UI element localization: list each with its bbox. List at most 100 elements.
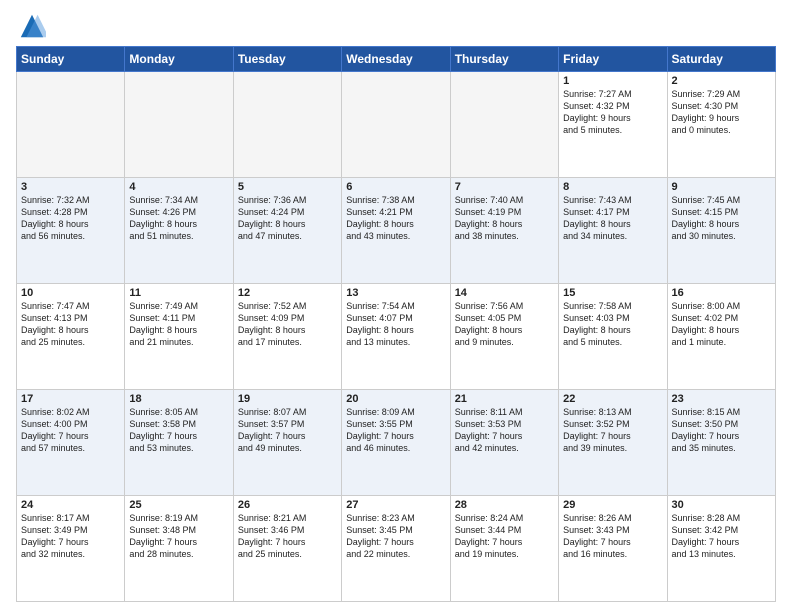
- day-info: Sunrise: 7:36 AM Sunset: 4:24 PM Dayligh…: [238, 194, 337, 243]
- calendar-cell: 5Sunrise: 7:36 AM Sunset: 4:24 PM Daylig…: [233, 178, 341, 284]
- day-info: Sunrise: 7:49 AM Sunset: 4:11 PM Dayligh…: [129, 300, 228, 349]
- day-number: 7: [455, 181, 554, 193]
- weekday-header-friday: Friday: [559, 47, 667, 72]
- day-info: Sunrise: 7:27 AM Sunset: 4:32 PM Dayligh…: [563, 88, 662, 137]
- day-info: Sunrise: 8:02 AM Sunset: 4:00 PM Dayligh…: [21, 406, 120, 455]
- calendar-cell: 17Sunrise: 8:02 AM Sunset: 4:00 PM Dayli…: [17, 390, 125, 496]
- calendar-cell: 16Sunrise: 8:00 AM Sunset: 4:02 PM Dayli…: [667, 284, 775, 390]
- calendar-cell: 11Sunrise: 7:49 AM Sunset: 4:11 PM Dayli…: [125, 284, 233, 390]
- calendar-cell: 1Sunrise: 7:27 AM Sunset: 4:32 PM Daylig…: [559, 72, 667, 178]
- day-info: Sunrise: 8:07 AM Sunset: 3:57 PM Dayligh…: [238, 406, 337, 455]
- calendar-week-2: 3Sunrise: 7:32 AM Sunset: 4:28 PM Daylig…: [17, 178, 776, 284]
- calendar-cell: [342, 72, 450, 178]
- calendar-cell: 30Sunrise: 8:28 AM Sunset: 3:42 PM Dayli…: [667, 496, 775, 602]
- weekday-header-wednesday: Wednesday: [342, 47, 450, 72]
- calendar-body: 1Sunrise: 7:27 AM Sunset: 4:32 PM Daylig…: [17, 72, 776, 602]
- calendar-cell: 27Sunrise: 8:23 AM Sunset: 3:45 PM Dayli…: [342, 496, 450, 602]
- day-number: 17: [21, 393, 120, 405]
- day-info: Sunrise: 8:11 AM Sunset: 3:53 PM Dayligh…: [455, 406, 554, 455]
- day-number: 13: [346, 287, 445, 299]
- calendar-cell: 28Sunrise: 8:24 AM Sunset: 3:44 PM Dayli…: [450, 496, 558, 602]
- day-info: Sunrise: 8:13 AM Sunset: 3:52 PM Dayligh…: [563, 406, 662, 455]
- calendar-week-1: 1Sunrise: 7:27 AM Sunset: 4:32 PM Daylig…: [17, 72, 776, 178]
- day-number: 14: [455, 287, 554, 299]
- day-number: 25: [129, 499, 228, 511]
- calendar-cell: 13Sunrise: 7:54 AM Sunset: 4:07 PM Dayli…: [342, 284, 450, 390]
- day-number: 20: [346, 393, 445, 405]
- calendar-week-5: 24Sunrise: 8:17 AM Sunset: 3:49 PM Dayli…: [17, 496, 776, 602]
- calendar-cell: [125, 72, 233, 178]
- day-number: 2: [672, 75, 771, 87]
- logo: [16, 12, 46, 40]
- weekday-header-tuesday: Tuesday: [233, 47, 341, 72]
- calendar-cell: 3Sunrise: 7:32 AM Sunset: 4:28 PM Daylig…: [17, 178, 125, 284]
- day-number: 18: [129, 393, 228, 405]
- day-number: 19: [238, 393, 337, 405]
- weekday-header-sunday: Sunday: [17, 47, 125, 72]
- day-info: Sunrise: 7:56 AM Sunset: 4:05 PM Dayligh…: [455, 300, 554, 349]
- calendar-header: SundayMondayTuesdayWednesdayThursdayFrid…: [17, 47, 776, 72]
- calendar-cell: 15Sunrise: 7:58 AM Sunset: 4:03 PM Dayli…: [559, 284, 667, 390]
- day-number: 23: [672, 393, 771, 405]
- day-info: Sunrise: 7:54 AM Sunset: 4:07 PM Dayligh…: [346, 300, 445, 349]
- calendar-cell: 9Sunrise: 7:45 AM Sunset: 4:15 PM Daylig…: [667, 178, 775, 284]
- day-info: Sunrise: 8:28 AM Sunset: 3:42 PM Dayligh…: [672, 512, 771, 561]
- header: [16, 12, 776, 40]
- calendar-cell: 12Sunrise: 7:52 AM Sunset: 4:09 PM Dayli…: [233, 284, 341, 390]
- calendar-cell: 23Sunrise: 8:15 AM Sunset: 3:50 PM Dayli…: [667, 390, 775, 496]
- day-number: 21: [455, 393, 554, 405]
- day-info: Sunrise: 7:32 AM Sunset: 4:28 PM Dayligh…: [21, 194, 120, 243]
- day-number: 28: [455, 499, 554, 511]
- calendar-cell: 26Sunrise: 8:21 AM Sunset: 3:46 PM Dayli…: [233, 496, 341, 602]
- day-info: Sunrise: 8:17 AM Sunset: 3:49 PM Dayligh…: [21, 512, 120, 561]
- calendar-cell: 21Sunrise: 8:11 AM Sunset: 3:53 PM Dayli…: [450, 390, 558, 496]
- weekday-header-monday: Monday: [125, 47, 233, 72]
- day-info: Sunrise: 8:15 AM Sunset: 3:50 PM Dayligh…: [672, 406, 771, 455]
- day-number: 9: [672, 181, 771, 193]
- day-number: 22: [563, 393, 662, 405]
- calendar-cell: 18Sunrise: 8:05 AM Sunset: 3:58 PM Dayli…: [125, 390, 233, 496]
- day-info: Sunrise: 8:21 AM Sunset: 3:46 PM Dayligh…: [238, 512, 337, 561]
- day-info: Sunrise: 8:23 AM Sunset: 3:45 PM Dayligh…: [346, 512, 445, 561]
- day-info: Sunrise: 8:19 AM Sunset: 3:48 PM Dayligh…: [129, 512, 228, 561]
- logo-icon: [18, 12, 46, 40]
- day-number: 27: [346, 499, 445, 511]
- day-number: 12: [238, 287, 337, 299]
- calendar-cell: 14Sunrise: 7:56 AM Sunset: 4:05 PM Dayli…: [450, 284, 558, 390]
- calendar-table: SundayMondayTuesdayWednesdayThursdayFrid…: [16, 46, 776, 602]
- calendar-cell: [233, 72, 341, 178]
- day-number: 24: [21, 499, 120, 511]
- day-number: 30: [672, 499, 771, 511]
- calendar-cell: 4Sunrise: 7:34 AM Sunset: 4:26 PM Daylig…: [125, 178, 233, 284]
- calendar-cell: [17, 72, 125, 178]
- page: SundayMondayTuesdayWednesdayThursdayFrid…: [0, 0, 792, 612]
- day-info: Sunrise: 7:40 AM Sunset: 4:19 PM Dayligh…: [455, 194, 554, 243]
- weekday-header-thursday: Thursday: [450, 47, 558, 72]
- calendar-cell: 8Sunrise: 7:43 AM Sunset: 4:17 PM Daylig…: [559, 178, 667, 284]
- day-number: 16: [672, 287, 771, 299]
- day-info: Sunrise: 8:05 AM Sunset: 3:58 PM Dayligh…: [129, 406, 228, 455]
- day-number: 4: [129, 181, 228, 193]
- calendar-cell: 2Sunrise: 7:29 AM Sunset: 4:30 PM Daylig…: [667, 72, 775, 178]
- day-number: 10: [21, 287, 120, 299]
- calendar-cell: 6Sunrise: 7:38 AM Sunset: 4:21 PM Daylig…: [342, 178, 450, 284]
- day-info: Sunrise: 8:24 AM Sunset: 3:44 PM Dayligh…: [455, 512, 554, 561]
- day-number: 26: [238, 499, 337, 511]
- day-info: Sunrise: 7:47 AM Sunset: 4:13 PM Dayligh…: [21, 300, 120, 349]
- weekday-header-saturday: Saturday: [667, 47, 775, 72]
- day-info: Sunrise: 7:52 AM Sunset: 4:09 PM Dayligh…: [238, 300, 337, 349]
- calendar-cell: 19Sunrise: 8:07 AM Sunset: 3:57 PM Dayli…: [233, 390, 341, 496]
- day-number: 29: [563, 499, 662, 511]
- day-number: 1: [563, 75, 662, 87]
- day-number: 8: [563, 181, 662, 193]
- day-info: Sunrise: 7:58 AM Sunset: 4:03 PM Dayligh…: [563, 300, 662, 349]
- day-number: 15: [563, 287, 662, 299]
- weekday-header-row: SundayMondayTuesdayWednesdayThursdayFrid…: [17, 47, 776, 72]
- day-number: 6: [346, 181, 445, 193]
- day-info: Sunrise: 7:43 AM Sunset: 4:17 PM Dayligh…: [563, 194, 662, 243]
- calendar-cell: 25Sunrise: 8:19 AM Sunset: 3:48 PM Dayli…: [125, 496, 233, 602]
- day-number: 11: [129, 287, 228, 299]
- calendar-cell: 20Sunrise: 8:09 AM Sunset: 3:55 PM Dayli…: [342, 390, 450, 496]
- day-number: 3: [21, 181, 120, 193]
- day-info: Sunrise: 7:29 AM Sunset: 4:30 PM Dayligh…: [672, 88, 771, 137]
